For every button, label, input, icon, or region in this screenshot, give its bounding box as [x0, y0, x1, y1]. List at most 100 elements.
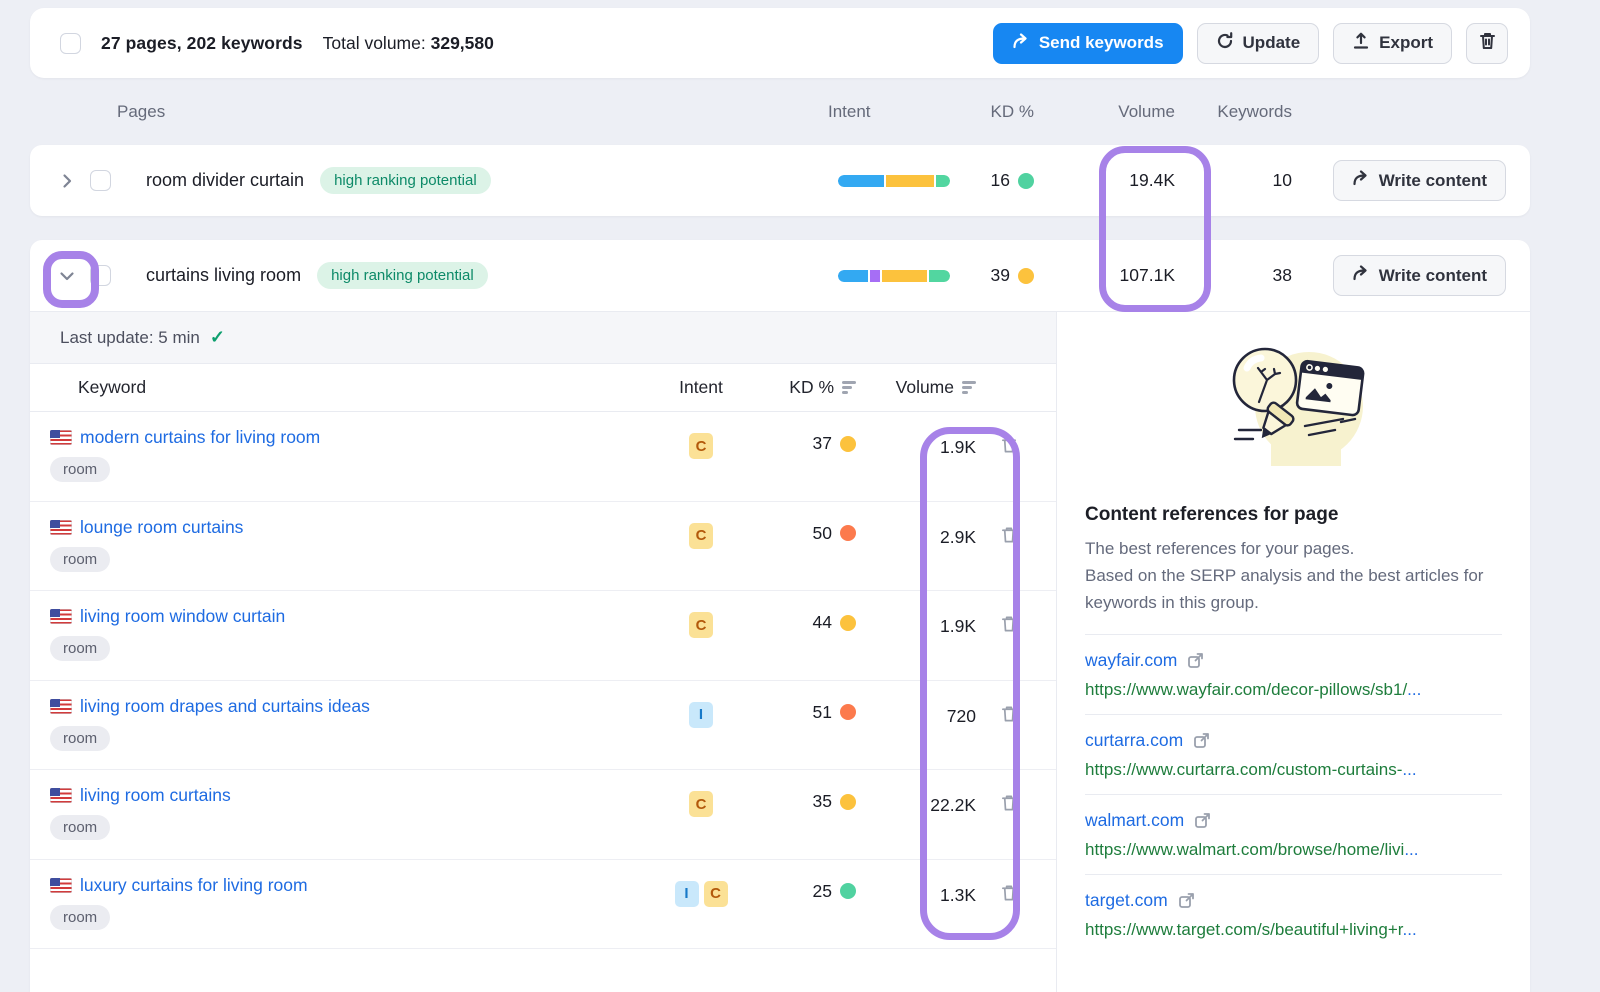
- sort-icon[interactable]: [842, 381, 856, 394]
- keyword-row: living room curtainsroomC3522.2K: [30, 770, 1056, 860]
- reference-url-truncation: ...: [1402, 760, 1416, 779]
- reference-url[interactable]: https://www.walmart.com/browse/home/livi…: [1085, 840, 1502, 860]
- kd-value: 39: [991, 265, 1010, 286]
- intent-badge-c: C: [689, 612, 713, 638]
- keyword-link[interactable]: luxury curtains for living room: [80, 875, 308, 896]
- references-description-line2: Based on the SERP analysis and the best …: [1085, 563, 1502, 617]
- reference-item: curtarra.com https://www.curtarra.com/cus…: [1085, 714, 1502, 794]
- send-keywords-button[interactable]: Send keywords: [993, 23, 1183, 64]
- intent-bar-cell: [828, 175, 978, 187]
- reference-url-text: https://www.walmart.com/browse/home/livi: [1085, 840, 1404, 859]
- intent-distribution-bar: [838, 175, 950, 187]
- reference-url-text: https://www.curtarra.com/custom-curtains…: [1085, 760, 1402, 779]
- keyword-kd-cell: 44: [736, 612, 856, 633]
- sort-icon[interactable]: [962, 381, 976, 394]
- volume-value: 19.4K: [1034, 170, 1191, 191]
- write-content-button[interactable]: Write content: [1333, 255, 1506, 296]
- page-row: curtains living roomhigh ranking potenti…: [30, 240, 1530, 312]
- keyword-volume-value: 1.9K: [856, 437, 976, 458]
- keyword-link-line: living room window curtain: [50, 606, 285, 627]
- keyword-row: modern curtains for living roomroomC371.…: [30, 412, 1056, 502]
- reference-url-text: https://www.wayfair.com/decor-pillows/sb…: [1085, 680, 1407, 699]
- select-all-checkbox[interactable]: [60, 33, 81, 54]
- high-ranking-potential-badge: high ranking potential: [320, 167, 491, 194]
- high-ranking-potential-badge: high ranking potential: [317, 262, 488, 289]
- reference-domain-link[interactable]: walmart.com: [1085, 810, 1184, 831]
- kd-difficulty-dot: [840, 883, 856, 899]
- write-content-button[interactable]: Write content: [1333, 160, 1506, 201]
- delete-keyword-button[interactable]: [976, 704, 1042, 724]
- reference-url-truncation: ...: [1403, 920, 1417, 939]
- keyword-kd-value: 44: [813, 612, 832, 633]
- delete-keyword-button[interactable]: [976, 883, 1042, 903]
- page-table-header: Pages Intent KD % Volume Keywords: [30, 84, 1530, 140]
- references-description: The best references for your pages. Base…: [1085, 536, 1502, 617]
- external-link-icon[interactable]: [1193, 732, 1210, 749]
- keyword-kd-value: 50: [813, 523, 832, 544]
- trash-icon: [1478, 31, 1497, 56]
- delete-keyword-button[interactable]: [976, 614, 1042, 634]
- delete-button[interactable]: [1466, 23, 1508, 64]
- column-kw-volume-label: Volume: [896, 377, 954, 398]
- keyword-cell: living room drapes and curtains ideasroo…: [50, 696, 666, 751]
- keyword-link[interactable]: living room window curtain: [80, 606, 285, 627]
- intent-badges-cell: C: [666, 791, 736, 817]
- export-icon: [1352, 32, 1370, 55]
- column-keywords: Keywords: [1191, 102, 1306, 122]
- external-link-icon[interactable]: [1178, 892, 1195, 909]
- keyword-link[interactable]: living room curtains: [80, 785, 231, 806]
- reference-url[interactable]: https://www.wayfair.com/decor-pillows/sb…: [1085, 680, 1502, 700]
- page-row-checkbox[interactable]: [90, 170, 111, 191]
- reference-domain-link[interactable]: target.com: [1085, 890, 1168, 911]
- total-volume-value: 329,580: [431, 33, 494, 53]
- keyword-table: Last update: 5 min ✓ Keyword Intent KD %…: [30, 312, 1056, 992]
- last-update-text: Last update: 5 min: [60, 328, 200, 348]
- keyword-link[interactable]: modern curtains for living room: [80, 427, 320, 448]
- reference-item: walmart.com https://www.walmart.com/brows…: [1085, 794, 1502, 874]
- expanded-panel: Last update: 5 min ✓ Keyword Intent KD %…: [30, 312, 1530, 992]
- column-kw-volume[interactable]: Volume: [856, 377, 976, 398]
- external-link-icon[interactable]: [1194, 812, 1211, 829]
- write-content-arrow-icon: [1352, 170, 1370, 191]
- column-keyword: Keyword: [50, 377, 666, 398]
- keywords-count: 38: [1191, 265, 1306, 286]
- delete-keyword-button[interactable]: [976, 525, 1042, 545]
- reference-domain-line: wayfair.com: [1085, 650, 1502, 671]
- intent-distribution-bar: [838, 270, 950, 282]
- kd-value: 16: [991, 170, 1010, 191]
- intent-segment-navigational: [870, 270, 881, 282]
- collapse-chevron-icon[interactable]: [50, 259, 84, 293]
- intent-badges-cell: C: [666, 433, 736, 459]
- reference-domain-link[interactable]: curtarra.com: [1085, 730, 1183, 751]
- delete-keyword-button[interactable]: [976, 435, 1042, 455]
- page-row-checkbox[interactable]: [90, 265, 111, 286]
- expand-chevron-icon[interactable]: [50, 164, 84, 198]
- keyword-row: lounge room curtainsroomC502.9K: [30, 502, 1056, 592]
- refresh-icon: [1216, 32, 1234, 55]
- intent-badge-c: C: [704, 881, 728, 907]
- reference-url[interactable]: https://www.curtarra.com/custom-curtains…: [1085, 760, 1502, 780]
- update-label: Update: [1243, 33, 1301, 53]
- intent-badges-cell: IC: [666, 881, 736, 907]
- toolbar: 27 pages, 202 keywords Total volume: 329…: [30, 8, 1530, 78]
- keyword-cell: lounge room curtainsroom: [50, 517, 666, 572]
- reference-url[interactable]: https://www.target.com/s/beautiful+livin…: [1085, 920, 1502, 940]
- update-button[interactable]: Update: [1197, 23, 1320, 64]
- keyword-cell: living room window curtainroom: [50, 606, 666, 661]
- write-content-label: Write content: [1379, 171, 1487, 191]
- external-link-icon[interactable]: [1187, 652, 1204, 669]
- last-update-bar: Last update: 5 min ✓: [30, 312, 1056, 364]
- keyword-link-line: living room curtains: [50, 785, 231, 806]
- page-name: room divider curtain: [146, 170, 304, 191]
- column-kw-kd[interactable]: KD %: [736, 377, 856, 398]
- keyword-link[interactable]: living room drapes and curtains ideas: [80, 696, 370, 717]
- page-name-cell: curtains living roomhigh ranking potenti…: [130, 262, 828, 289]
- delete-keyword-button[interactable]: [976, 793, 1042, 813]
- kd-cell: 16: [978, 170, 1034, 191]
- reference-url-text: https://www.target.com/s/beautiful+livin…: [1085, 920, 1403, 939]
- export-button[interactable]: Export: [1333, 23, 1452, 64]
- write-content-label: Write content: [1379, 266, 1487, 286]
- keyword-link[interactable]: lounge room curtains: [80, 517, 243, 538]
- reference-domain-link[interactable]: wayfair.com: [1085, 650, 1177, 671]
- intent-segment-transactional: [936, 175, 950, 187]
